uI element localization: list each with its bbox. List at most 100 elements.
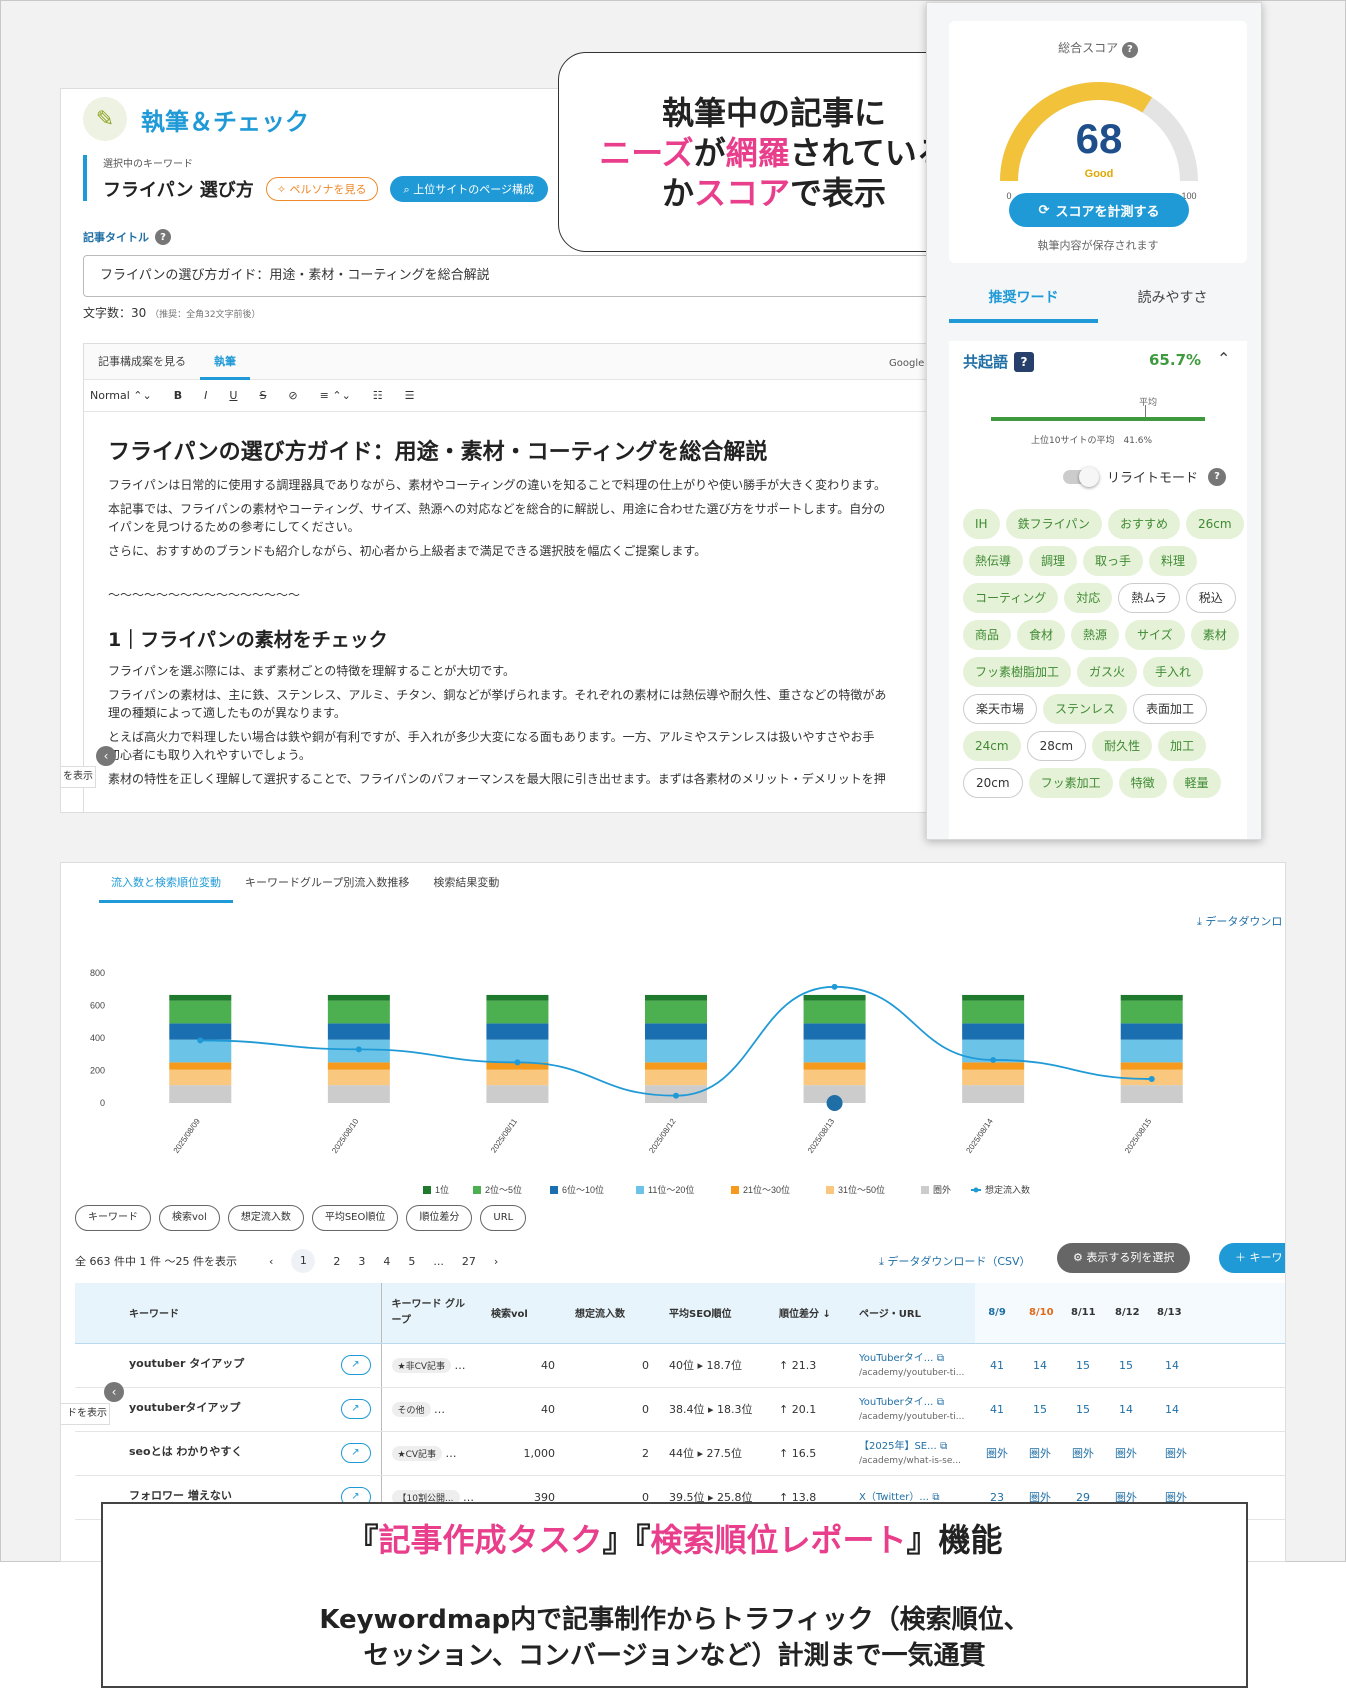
persona-button[interactable]: ✧ ペルソナを見る xyxy=(265,177,378,201)
page-4[interactable]: 4 xyxy=(383,1255,390,1268)
external-link-icon[interactable]: ⧉ xyxy=(937,1353,944,1364)
italic-icon[interactable]: I xyxy=(204,389,207,402)
align-icon[interactable]: ≡ ⌃⌄ xyxy=(320,389,351,402)
keyword-chip[interactable]: 20cm xyxy=(963,768,1023,798)
external-link-icon[interactable]: ⧉ xyxy=(937,1397,944,1408)
keyword-text[interactable]: フォロワー 増えない xyxy=(129,1489,232,1502)
col-date[interactable]: 8/9 xyxy=(975,1283,1019,1344)
col-date[interactable]: 8/13 xyxy=(1147,1283,1285,1344)
col-keyword-group[interactable]: キーワード グループ xyxy=(381,1283,481,1344)
tab-writing[interactable]: 執筆 xyxy=(200,344,250,380)
article-title-input[interactable]: フライパンの選び方ガイド：用途・素材・コーティングを総合解説 xyxy=(83,255,964,297)
style-select[interactable]: Normal ⌃⌄ xyxy=(90,389,152,402)
col-rank-diff[interactable]: 順位差分 ↓ xyxy=(769,1283,849,1344)
keyword-chip[interactable]: 手入れ xyxy=(1143,657,1204,687)
keyword-chip[interactable]: 対応 xyxy=(1064,583,1113,613)
col-page-url[interactable]: ページ・URL xyxy=(849,1283,975,1344)
page-title-link[interactable]: YouTuberタイ... xyxy=(859,1353,933,1364)
col-inflow[interactable]: 想定流入数 xyxy=(565,1283,659,1344)
keyword-chip[interactable]: 28cm xyxy=(1026,731,1087,761)
url-cell[interactable]: 【2025年】SE... ⧉ /academy/what-is-se... xyxy=(849,1431,975,1476)
keyword-chip[interactable]: 熱源 xyxy=(1071,620,1120,650)
tab-inflow-rank[interactable]: 流入数と検索順位変動 xyxy=(99,863,233,903)
keyword-chip[interactable]: フッ素樹脂加工 xyxy=(963,657,1072,687)
col-keyword[interactable]: キーワード xyxy=(75,1283,382,1344)
add-keyword-button[interactable]: ＋ キーワ xyxy=(1219,1243,1285,1273)
keyword-chip[interactable]: 取っ手 xyxy=(1083,546,1144,576)
collapse-icon[interactable]: ‹ xyxy=(96,746,116,766)
page-27[interactable]: 27 xyxy=(462,1255,476,1268)
underline-icon[interactable]: U xyxy=(229,389,237,402)
more-icon[interactable]: … xyxy=(455,1359,466,1372)
tab-serp-change[interactable]: 検索結果変動 xyxy=(421,863,511,903)
keyword-chip[interactable]: 熱ムラ xyxy=(1118,583,1180,613)
more-icon[interactable]: … xyxy=(446,1447,457,1460)
page-title-link[interactable]: X（Twitter）... xyxy=(859,1492,929,1503)
filter-avg-rank[interactable]: 平均SEO順位 xyxy=(311,1205,399,1231)
url-cell[interactable]: YouTuberタイ... ⧉ /academy/youtuber-ti... xyxy=(849,1387,975,1432)
document-body[interactable]: フライパンの選び方ガイド：用途・素材・コーティングを総合解説 フライパンは日常的… xyxy=(84,412,964,812)
prev-page-icon[interactable]: ‹ xyxy=(269,1255,273,1268)
page-2[interactable]: 2 xyxy=(333,1255,340,1268)
table-row[interactable]: youtuberタイアップ ↗ その他 … 40 0 38.4位 ▸ 18.3位 ↑ 20.… xyxy=(75,1387,1285,1432)
filter-keyword[interactable]: キーワード xyxy=(75,1205,151,1231)
filter-rank-diff[interactable]: 順位差分 xyxy=(406,1205,473,1231)
csv-download-link[interactable]: ⤓ データダウンロード（CSV） xyxy=(879,1253,1031,1269)
help-icon[interactable]: ? xyxy=(1208,467,1227,486)
keyword-text[interactable]: youtuberタイアップ xyxy=(129,1401,240,1414)
ordered-list-icon[interactable]: ☷ xyxy=(373,389,383,402)
page-title-link[interactable]: YouTuberタイ... xyxy=(859,1397,933,1408)
tab-readability[interactable]: 読みやすさ xyxy=(1098,273,1247,323)
sidebar-toggle-label[interactable]: を表示 xyxy=(60,766,96,788)
keyword-chip[interactable]: 特徴 xyxy=(1118,768,1167,798)
keyword-chip[interactable]: IH xyxy=(963,509,1000,539)
keyword-chip[interactable]: 熱伝導 xyxy=(963,546,1024,576)
keyword-chip[interactable]: 商品 xyxy=(963,620,1012,650)
help-icon[interactable]: ? xyxy=(1014,351,1035,372)
help-icon[interactable]: ? xyxy=(155,229,171,245)
external-link-icon[interactable]: ⧉ xyxy=(932,1492,939,1503)
col-date[interactable]: 8/11 xyxy=(1061,1283,1105,1344)
report-sidebar-toggle-label[interactable]: ドを表示 xyxy=(60,1403,110,1425)
rewrite-toggle[interactable] xyxy=(1063,466,1099,487)
col-volume[interactable]: 検索vol xyxy=(481,1283,565,1344)
url-cell[interactable]: YouTuberタイ... ⧉ /academy/youtuber-ti... xyxy=(849,1343,975,1388)
keyword-chip[interactable]: 食材 xyxy=(1017,620,1066,650)
collapse-icon[interactable]: ‹ xyxy=(104,1382,124,1402)
measure-score-button[interactable]: ⟳ スコアを計測する xyxy=(1009,193,1189,227)
external-link-icon[interactable]: ⧉ xyxy=(940,1441,947,1452)
trend-chart-icon[interactable]: ↗ xyxy=(340,1399,371,1419)
filter-url[interactable]: URL xyxy=(480,1205,527,1231)
keyword-chip[interactable]: ガス火 xyxy=(1077,657,1138,687)
chevron-up-icon[interactable]: ⌃ xyxy=(1217,349,1230,368)
keyword-chip[interactable]: コーティング xyxy=(963,583,1059,613)
keyword-chip[interactable]: 耐久性 xyxy=(1092,731,1153,761)
column-select-button[interactable]: ⚙ 表示する列を選択 xyxy=(1057,1243,1191,1273)
keyword-chip[interactable]: 26cm xyxy=(1185,509,1244,539)
page-3[interactable]: 3 xyxy=(358,1255,365,1268)
col-date[interactable]: 8/12 xyxy=(1105,1283,1147,1344)
keyword-text[interactable]: youtuber タイアップ xyxy=(129,1357,244,1370)
strike-icon[interactable]: S xyxy=(259,389,266,402)
tab-group-inflow[interactable]: キーワードグループ別流入数推移 xyxy=(233,863,421,903)
bold-icon[interactable]: B xyxy=(174,389,182,402)
table-row[interactable]: youtuber タイアップ ↗ ★非CV記事 … 40 0 40位 ▸ 18.7位 ↑ 2… xyxy=(75,1343,1285,1388)
keyword-chip[interactable]: 加工 xyxy=(1158,731,1207,761)
keyword-chip[interactable]: 素材 xyxy=(1190,620,1239,650)
keyword-chip[interactable]: 税込 xyxy=(1185,583,1236,613)
keyword-chip[interactable]: サイズ xyxy=(1125,620,1185,650)
page-1[interactable]: 1 xyxy=(291,1249,316,1273)
table-row[interactable]: seoとは わかりやすく ↗ ★CV記事 … 1,000 2 44位 ▸ 27.5位 ↑ 1… xyxy=(75,1431,1285,1476)
keyword-chip[interactable]: 楽天市場 xyxy=(963,694,1038,724)
filter-volume[interactable]: 検索vol xyxy=(159,1205,220,1231)
keyword-chip[interactable]: 料理 xyxy=(1149,546,1198,576)
keyword-chip[interactable]: 表面加工 xyxy=(1133,694,1208,724)
filter-inflow[interactable]: 想定流入数 xyxy=(227,1205,304,1231)
help-icon[interactable]: ? xyxy=(1121,41,1138,58)
keyword-chip[interactable]: 24cm xyxy=(963,731,1021,761)
col-avg-rank[interactable]: 平均SEO順位 xyxy=(659,1283,769,1344)
col-date[interactable]: 8/10 xyxy=(1019,1283,1061,1344)
top-pages-button[interactable]: ⌕ 上位サイトのページ構成 xyxy=(389,176,548,202)
next-page-icon[interactable]: › xyxy=(494,1255,498,1268)
tab-outline[interactable]: 記事構成案を見る xyxy=(84,344,200,380)
